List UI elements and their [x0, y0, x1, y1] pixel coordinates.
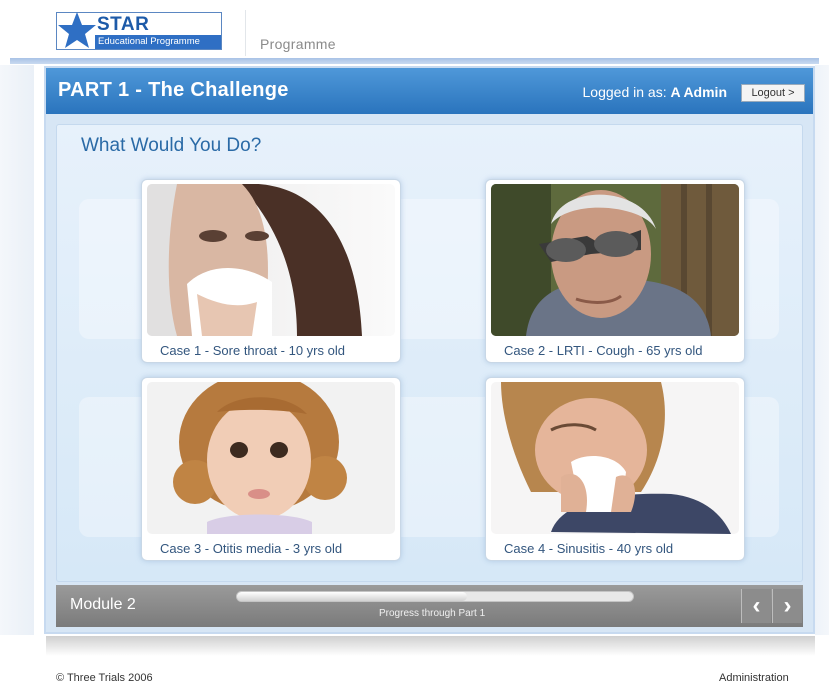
- case-4-photo: [491, 382, 739, 534]
- bottom-shadow: [46, 636, 815, 656]
- brand-subtitle: Educational Programme: [95, 35, 221, 49]
- section-heading: What Would You Do?: [81, 135, 262, 156]
- module-bar: Module 2 Progress through Part 1 ‹ ›: [56, 585, 803, 627]
- star-icon: [58, 12, 96, 48]
- left-strip: [0, 65, 34, 635]
- divider: [245, 10, 246, 56]
- user-name: A Admin: [670, 84, 727, 100]
- module-label: Module 2: [70, 596, 136, 613]
- chevron-right-icon: ›: [783, 592, 792, 619]
- brand-title: STAR: [97, 14, 150, 35]
- top-rule: [10, 58, 819, 64]
- case-card-2[interactable]: Case 2 - LRTI - Cough - 65 yrs old: [485, 179, 745, 363]
- case-3-label: Case 3 - Otitis media - 3 yrs old: [160, 541, 343, 556]
- progress-fill: [237, 592, 467, 601]
- case-card-3[interactable]: Case 3 - Otitis media - 3 yrs old: [141, 377, 401, 561]
- copyright: © Three Trials 2006: [56, 672, 153, 684]
- programme-label: Programme: [260, 36, 336, 52]
- next-button[interactable]: ›: [772, 589, 802, 623]
- case-1-label: Case 1 - Sore throat - 10 yrs old: [160, 343, 345, 358]
- logout-button[interactable]: Logout >: [741, 84, 805, 102]
- main-frame: PART 1 - The Challenge Logged in as: A A…: [44, 66, 815, 634]
- part-header: PART 1 - The Challenge Logged in as: A A…: [46, 68, 813, 114]
- brand-logo: STAR Educational Programme: [56, 12, 222, 50]
- case-selection-panel: What Would You Do? Case 1 - Sore throat …: [56, 124, 803, 582]
- case-1-photo: [147, 184, 395, 336]
- page-title: PART 1 - The Challenge: [58, 79, 289, 101]
- login-prefix: Logged in as:: [582, 84, 667, 100]
- progress-bar: [236, 591, 634, 602]
- administration-link[interactable]: Administration: [719, 672, 789, 684]
- chevron-left-icon: ‹: [752, 592, 761, 619]
- case-3-photo: [147, 382, 395, 534]
- case-card-1[interactable]: Case 1 - Sore throat - 10 yrs old: [141, 179, 401, 363]
- right-strip: [815, 65, 829, 635]
- login-status: Logged in as: A Admin: [583, 84, 727, 100]
- case-card-4[interactable]: Case 4 - Sinusitis - 40 yrs old: [485, 377, 745, 561]
- progress-label: Progress through Part 1: [379, 608, 486, 619]
- case-2-label: Case 2 - LRTI - Cough - 65 yrs old: [504, 343, 703, 358]
- case-4-label: Case 4 - Sinusitis - 40 yrs old: [504, 541, 674, 556]
- case-2-photo: [491, 184, 739, 336]
- previous-button[interactable]: ‹: [741, 589, 771, 623]
